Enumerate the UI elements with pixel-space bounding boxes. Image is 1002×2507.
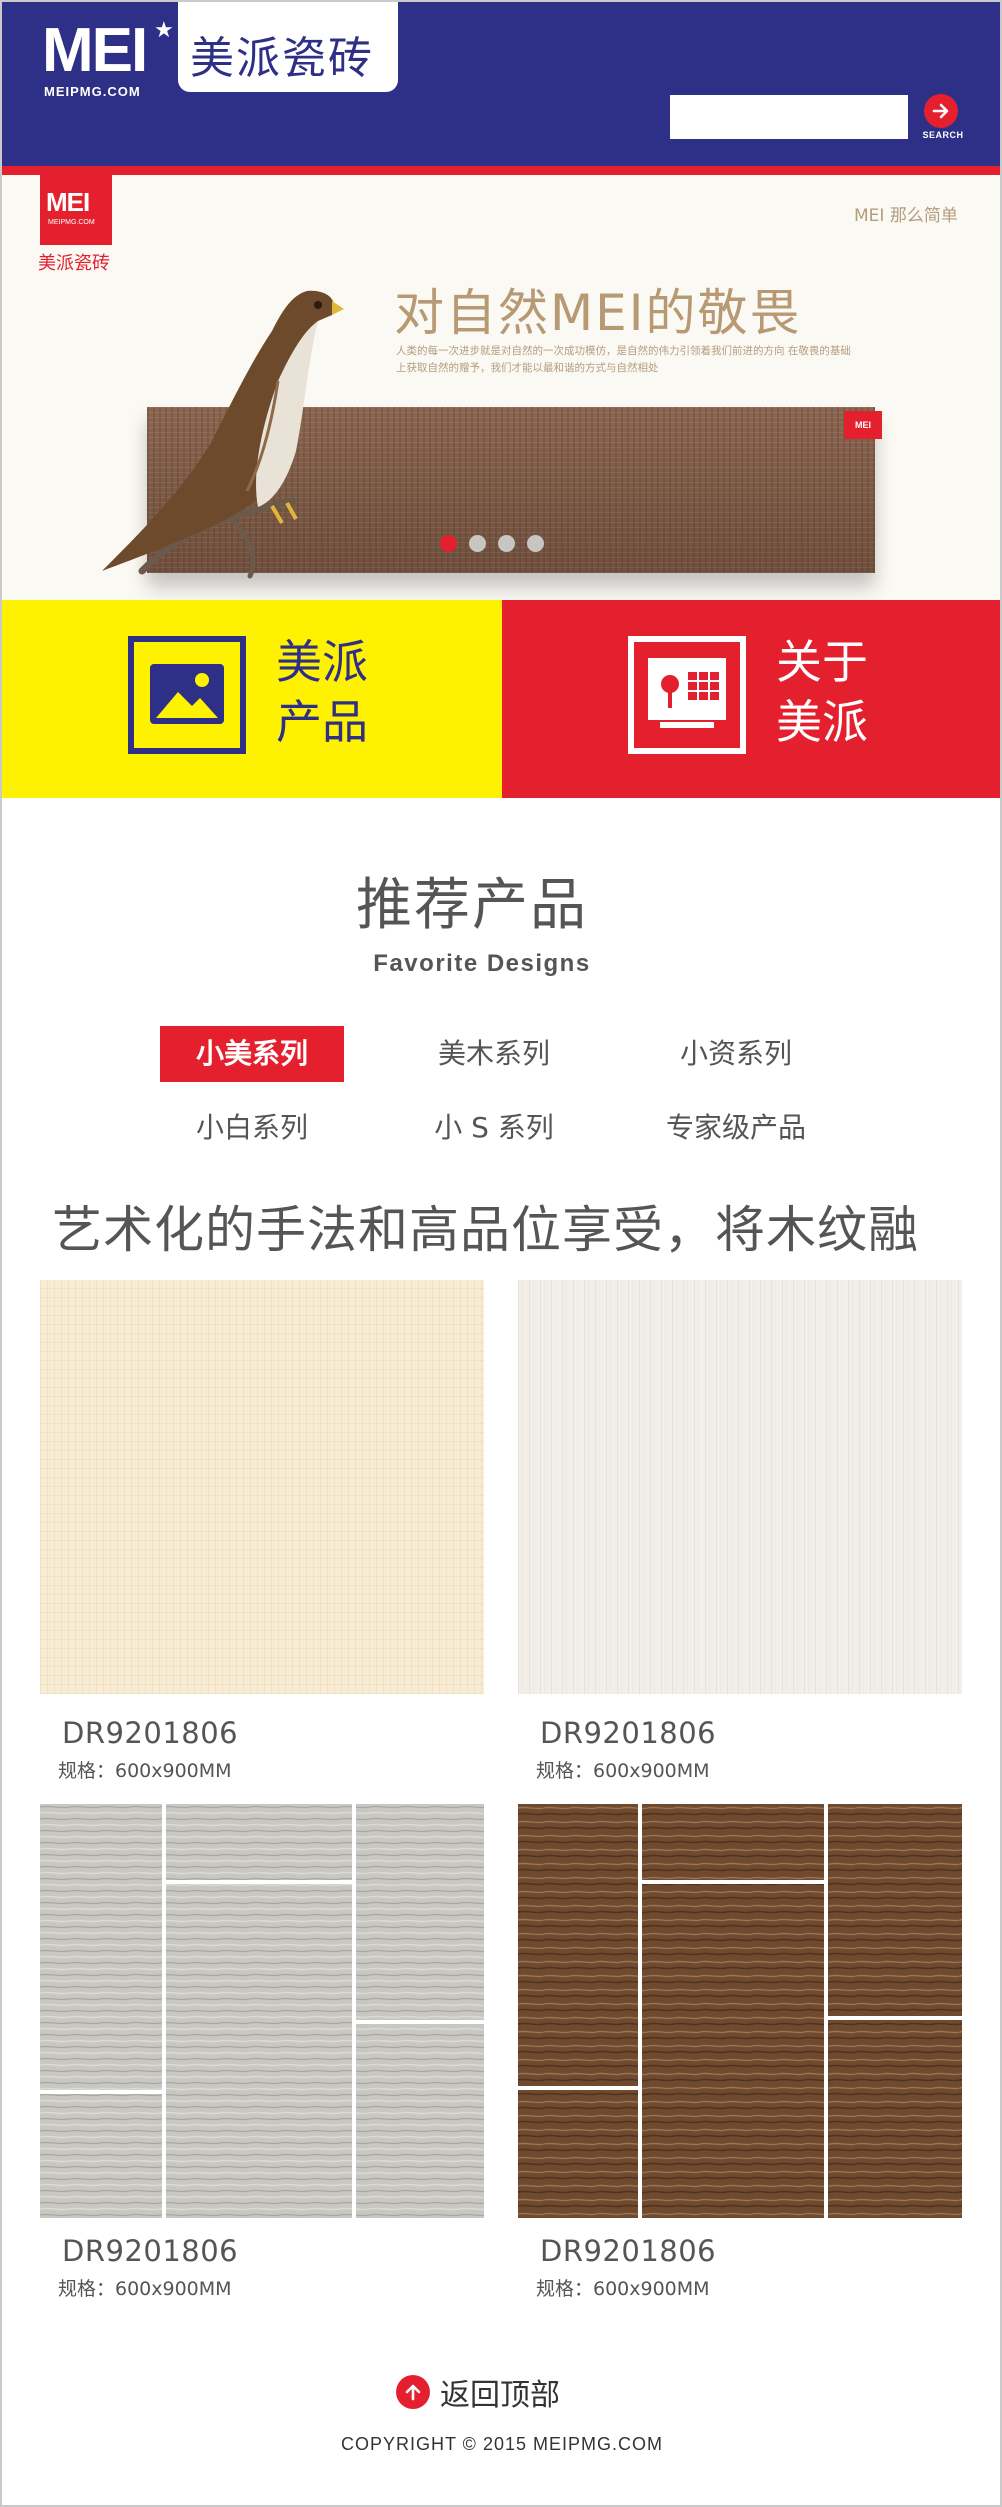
product-card-1[interactable]: DR9201806 规格：600x900MM	[40, 1280, 484, 1790]
brand-name: 美派瓷砖	[190, 33, 374, 84]
hawk-image	[102, 290, 344, 579]
slide-indicators	[440, 535, 544, 552]
products-tile-line2: 产品	[276, 695, 368, 749]
image-icon	[128, 636, 246, 754]
product-image[interactable]	[518, 1804, 962, 2218]
products-tile[interactable]: 美派 产品	[2, 600, 502, 798]
section-title: 推荐产品	[356, 873, 588, 938]
about-tile-label: 关于 美派	[776, 632, 868, 752]
copyright: COPYRIGHT © 2015 MEIPMG.COM	[341, 2434, 663, 2454]
banner-logo-text: MEI	[46, 187, 90, 217]
product-code: DR9201806	[540, 2234, 717, 2268]
search-label: SEARCH	[922, 130, 964, 140]
products-tile-line1: 美派	[276, 635, 368, 689]
product-image[interactable]	[40, 1804, 484, 2218]
tab-expert[interactable]: 专家级产品	[644, 1100, 828, 1156]
marquee-text: 艺术化的手法和高品位享受，将木纹融	[52, 1201, 919, 1259]
slide-dot-1[interactable]	[440, 535, 457, 552]
tab-meimu[interactable]: 美木系列	[402, 1026, 586, 1082]
about-tile-line1: 关于	[776, 635, 868, 689]
slide-dot-2[interactable]	[469, 535, 486, 552]
product-card-3[interactable]: DR9201806 规格：600x900MM	[40, 1804, 484, 2304]
banner-subtext: 人类的每一次进步就是对自然的一次成功模仿，是自然的伟力引领着我们前进的方向 在敬…	[396, 345, 851, 374]
product-spec: 规格：600x900MM	[536, 2278, 710, 2300]
product-card-4[interactable]: DR9201806 规格：600x900MM	[518, 1804, 962, 2304]
building-icon	[628, 636, 746, 754]
product-image[interactable]	[40, 1280, 484, 1694]
arrow-up-icon	[396, 2375, 430, 2409]
logo[interactable]: MEI ★ MEIPMG.COM	[42, 16, 174, 100]
tab-xiaomei[interactable]: 小美系列	[160, 1026, 344, 1082]
banner-slogan: MEI 那么简单	[854, 206, 958, 226]
banner-logo-domain: MEIPMG.COM	[48, 219, 95, 226]
slide-dot-4[interactable]	[527, 535, 544, 552]
logo-domain: MEIPMG.COM	[44, 84, 141, 99]
products-tile-label: 美派 产品	[276, 632, 368, 752]
product-spec: 规格：600x900MM	[58, 1760, 232, 1782]
search-button[interactable]: SEARCH	[920, 94, 966, 142]
product-code: DR9201806	[62, 1716, 239, 1750]
section-subtitle: Favorite Designs	[373, 950, 591, 977]
product-code: DR9201806	[540, 1716, 717, 1750]
hero-banner[interactable]: MEI MEIPMG.COM 美派瓷砖 MEI 那么简单 对自然MEI的敬畏 人…	[2, 175, 1000, 600]
tab-xiaozi[interactable]: 小资系列	[644, 1026, 828, 1082]
product-image[interactable]	[518, 1280, 962, 1694]
tab-xiaobai[interactable]: 小白系列	[160, 1100, 344, 1156]
back-to-top-button[interactable]: 返回顶部	[396, 2372, 560, 2413]
logo-text: MEI	[42, 16, 148, 85]
back-to-top-label: 返回顶部	[440, 2378, 560, 2413]
product-card-2[interactable]: DR9201806 规格：600x900MM	[518, 1280, 962, 1790]
banner-headline: 对自然MEI的敬畏	[394, 284, 802, 342]
page: MEI ★ MEIPMG.COM 美派瓷砖 SEARCH MEI MEIPMG.…	[0, 0, 1002, 2507]
header-divider	[2, 166, 1000, 175]
about-tile[interactable]: 关于 美派	[502, 600, 1000, 798]
product-spec: 规格：600x900MM	[536, 1760, 710, 1782]
product-spec: 规格：600x900MM	[58, 2278, 232, 2300]
arrow-right-icon	[924, 94, 958, 128]
banner-tag: MEI	[844, 411, 882, 439]
banner-logo: MEI MEIPMG.COM	[40, 175, 112, 245]
about-tile-line2: 美派	[776, 695, 868, 749]
star-icon: ★	[154, 18, 174, 43]
search-input[interactable]	[670, 95, 908, 139]
tab-xiao-s[interactable]: 小 S 系列	[402, 1100, 586, 1156]
product-code: DR9201806	[62, 2234, 239, 2268]
brand-name-box: 美派瓷砖	[178, 2, 398, 92]
slide-dot-3[interactable]	[498, 535, 515, 552]
header: MEI ★ MEIPMG.COM 美派瓷砖 SEARCH	[2, 2, 1000, 166]
